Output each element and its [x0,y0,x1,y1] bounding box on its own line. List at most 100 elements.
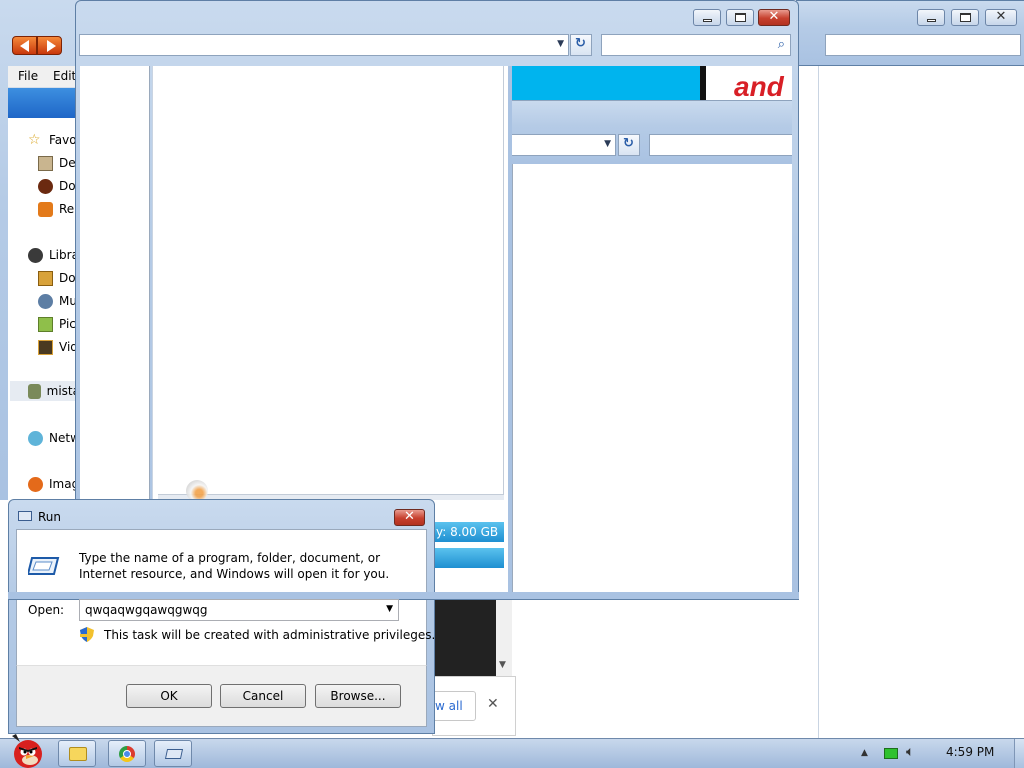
ok-button[interactable]: OK [126,684,212,708]
desktop-icon [38,155,53,171]
nested-address-dropdown-icon[interactable]: ▼ [604,139,611,149]
dark-panel [432,600,496,676]
nav-fav-recent-label: Re [59,202,75,216]
page-banner-text: and [734,71,784,101]
back-button[interactable] [12,36,37,55]
maximize-icon [735,13,746,22]
run-open-input[interactable]: qwqaqwgqawqgwqg [85,603,208,617]
nested-window-content [512,164,792,592]
nav-lib-music[interactable]: Mu [38,291,77,311]
nav-fav-downloads[interactable]: Do [38,176,76,196]
angry-bird-icon [12,734,42,768]
run-admin-note: This task will be created with administr… [104,628,436,642]
cancel-button[interactable]: Cancel [220,684,306,708]
nav-favorites[interactable]: ☆ Favo [28,130,77,150]
run-open-label: Open: [28,603,65,617]
nav-lib-pictures[interactable]: Pic [38,314,76,334]
browser-side-column [80,66,150,500]
nav-libraries[interactable]: Libra [28,245,79,265]
inner-panel-content [158,66,504,494]
chrome-icon [119,746,135,762]
minimize-icon [927,19,936,22]
browse-button[interactable]: Browse... [315,684,401,708]
dark-panel-scrollbar[interactable]: ▼ [496,600,512,676]
nav-image-app[interactable]: Imag [28,474,79,494]
nav-lib-videos[interactable]: Vid [38,337,78,357]
run-open-combobox[interactable]: qwqaqwgqawqgwqg ▼ [79,599,399,621]
videos-icon [38,339,53,355]
refresh-icon: ↻ [575,36,586,51]
nested-address-bar[interactable]: ▼ [512,134,616,156]
network-status-icon[interactable] [884,748,898,759]
scroll-down-icon[interactable]: ▼ [499,660,506,670]
music-icon [38,293,53,309]
show-hidden-icons-icon[interactable]: ▲ [861,748,868,758]
nav-network[interactable]: Netw [28,428,80,448]
close-button[interactable]: ✕ [985,9,1017,26]
menu-file[interactable]: File [18,69,38,83]
minimize-button[interactable] [917,9,945,26]
nested-search-box[interactable] [649,134,792,156]
address-dropdown-icon[interactable]: ▼ [557,39,564,49]
search-icon: ⌕ [777,37,785,52]
page-banner-blue [512,66,702,100]
page-banner-white: and [706,66,792,100]
explorer-menu-bar: File Edit [8,66,80,88]
nav-lib-pictures-label: Pic [59,317,76,331]
star-icon: ☆ [28,131,41,148]
nav-fav-desktop[interactable]: De [38,153,76,173]
close-button[interactable]: ✕ [758,9,790,26]
forward-button[interactable] [37,36,62,55]
volume-icon[interactable]: 🔈︎ [906,744,914,760]
start-button[interactable] [2,732,50,768]
background-window-content [818,66,1024,738]
minimize-icon [703,19,712,22]
nav-lib-documents[interactable]: Do [38,268,76,288]
taskbar-chrome-button[interactable] [108,740,146,767]
browser-window-controls: ✕ [693,9,791,27]
uac-shield-icon [80,627,94,642]
run-description: Type the name of a program, folder, docu… [79,551,390,581]
run-open-dropdown-icon[interactable]: ▼ [386,604,393,614]
view-all-button[interactable]: w all [432,691,476,721]
search-box[interactable]: ⌕ [601,34,791,56]
nav-lib-documents-label: Do [59,271,76,285]
refresh-button[interactable]: ↻ [570,34,592,56]
run-title: Run [38,510,62,524]
view-all-label: w all [435,699,463,713]
address-bar[interactable]: ▼ [79,34,569,56]
nested-refresh-icon: ↻ [623,136,634,151]
maximize-icon [960,13,971,22]
background-address-bar[interactable] [825,34,1021,56]
homegroup-icon [28,383,41,399]
run-close-button[interactable]: ✕ [394,509,425,526]
nav-fav-recent[interactable]: Re [38,199,74,219]
pictures-icon [38,316,53,332]
nav-homegroup[interactable]: mista [10,381,80,401]
maximize-button[interactable] [951,9,979,26]
close-icon: ✕ [404,509,415,524]
taskbar-clock[interactable]: 4:59 PM [946,745,994,759]
notification-close-icon[interactable]: ✕ [487,696,499,712]
taskbar-explorer-button[interactable] [58,740,96,767]
libraries-icon [28,247,43,263]
show-desktop-button[interactable] [1014,739,1024,768]
explorer-nav-pane: ☆ Favo De Do Re Libra Do Mu Pic Vid mist… [8,118,80,500]
taskbar-run-button[interactable] [154,740,192,767]
close-icon: ✕ [768,9,780,24]
downloads-icon [38,178,53,194]
run-dialog-icon [26,556,60,576]
network-icon [28,430,43,446]
lightning-icon [28,476,43,492]
maximize-button[interactable] [726,9,754,26]
documents-icon [38,270,53,286]
recent-places-icon [38,201,53,217]
menu-edit[interactable]: Edit [53,69,76,83]
explorer-toolbar [8,88,80,118]
folder-icon [69,747,87,761]
nested-refresh-button[interactable]: ↻ [618,134,640,156]
close-icon: ✕ [995,9,1007,24]
minimize-button[interactable] [693,9,721,26]
run-icon [164,749,184,759]
memory-status-strip: y: 8.00 GB [434,522,504,542]
